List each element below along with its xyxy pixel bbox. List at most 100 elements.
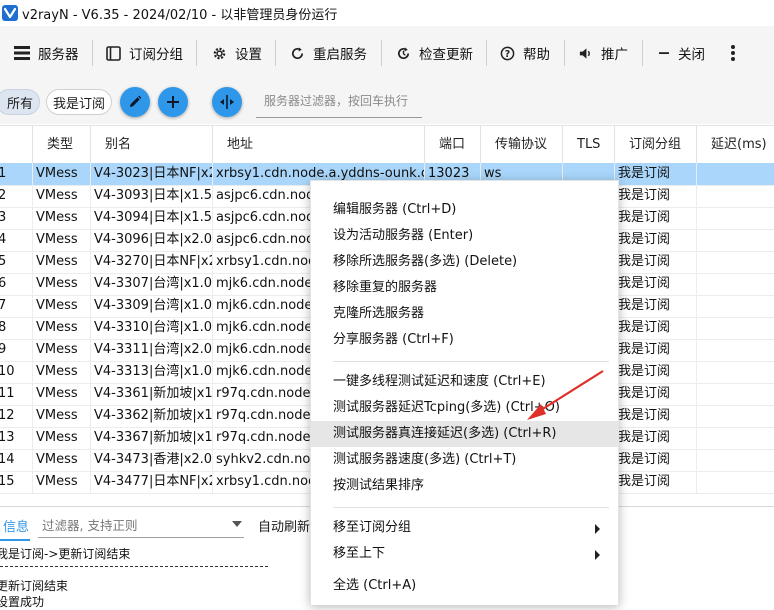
row-alias: V4-3313|台湾|x1.0 — [90, 361, 212, 383]
subscription-group-button[interactable]: 订阅分组 — [106, 40, 183, 66]
servers-button[interactable]: 服务器 — [14, 40, 79, 66]
row-subscription-group: 我是订阅 — [614, 273, 696, 295]
row-latency — [696, 295, 774, 317]
menu-item-edit-server[interactable]: 编辑服务器 (Ctrl+D) — [311, 197, 618, 223]
menu-item-label: 测试服务器真连接延迟(多选) (Ctrl+R) — [333, 426, 557, 441]
row-subscription-group: 我是订阅 — [614, 339, 696, 361]
menu-item-clone-servers[interactable]: 克隆所选服务器 — [311, 301, 618, 327]
row-index: 2 — [0, 188, 7, 203]
log-line: 设置成功 — [0, 595, 45, 609]
row-latency — [696, 405, 774, 427]
more-options-button[interactable] — [728, 40, 746, 66]
toolbar-divider — [196, 40, 197, 66]
menu-item-set-active-server[interactable]: 设为活动服务器 (Enter) — [311, 223, 618, 249]
info-tab-indicator — [0, 539, 30, 541]
menu-item-real-delay-test[interactable]: 测试服务器真连接延迟(多选) (Ctrl+R) — [311, 421, 618, 447]
pencil-icon — [130, 95, 142, 107]
row-subscription-group: 我是订阅 — [614, 251, 696, 273]
info-tab[interactable]: 信息 — [3, 516, 29, 535]
close-label: 关闭 — [678, 47, 705, 63]
row-type: VMess — [32, 471, 90, 493]
row-latency — [696, 361, 774, 383]
plus-icon — [167, 96, 179, 108]
menu-item-label: 移除所选服务器(多选) (Delete) — [333, 254, 518, 269]
row-latency — [696, 163, 774, 185]
row-type: VMess — [32, 295, 90, 317]
row-subscription-group: 我是订阅 — [614, 361, 696, 383]
row-latency — [696, 427, 774, 449]
menu-item-share-server[interactable]: 分享服务器 (Ctrl+F) — [311, 327, 618, 353]
menu-separator — [333, 507, 609, 508]
row-latency — [696, 471, 774, 493]
auto-refresh-toggle[interactable]: 自动刷新 — [258, 516, 310, 535]
column-address[interactable]: 地址 — [212, 126, 424, 163]
row-subscription-group: 我是订阅 — [614, 449, 696, 471]
row-type: VMess — [32, 207, 90, 229]
move-group-button[interactable] — [212, 87, 242, 117]
menu-item-label: 移至上下 — [333, 546, 386, 561]
restart-service-button[interactable]: 重启服务 — [290, 40, 367, 66]
check-update-button[interactable]: 检查更新 — [396, 40, 473, 66]
row-alias: V4-3023|日本NF|x2.0 — [90, 163, 212, 185]
row-index: 7 — [0, 298, 7, 313]
menu-item-label: 按测试结果排序 — [333, 478, 425, 493]
menu-item-select-all[interactable]: 全选 (Ctrl+A) — [311, 573, 618, 599]
column-type[interactable]: 类型 — [32, 126, 90, 163]
restart-icon — [291, 46, 304, 59]
row-alias: V4-3096|日本|x2.0 — [90, 229, 212, 251]
menu-item-remove-duplicates[interactable]: 移除重复的服务器 — [311, 275, 618, 301]
row-latency — [696, 273, 774, 295]
column-tls[interactable]: TLS — [562, 126, 614, 163]
toolbar-divider — [92, 40, 93, 66]
group-tab-all[interactable]: 所有 — [0, 89, 40, 115]
submenu-arrow-icon — [595, 524, 600, 534]
row-subscription-group: 我是订阅 — [614, 163, 696, 185]
log-filter-input[interactable] — [38, 515, 222, 535]
menu-item-move-to-group[interactable]: 移至订阅分组 — [311, 515, 618, 541]
menu-item-move-up-down[interactable]: 移至上下 — [311, 541, 618, 567]
promotion-label: 推广 — [601, 47, 628, 63]
menu-item-label: 移除重复的服务器 — [333, 280, 438, 295]
servers-button-label: 服务器 — [38, 47, 79, 63]
log-filter — [38, 515, 244, 538]
menu-separator — [333, 361, 609, 362]
row-alias: V4-3309|台湾|x1.0 — [90, 295, 212, 317]
menu-item-speed-test[interactable]: 测试服务器速度(多选) (Ctrl+T) — [311, 447, 618, 473]
chevron-down-icon[interactable] — [232, 521, 242, 527]
add-group-button[interactable] — [158, 87, 188, 117]
menu-item-label: 编辑服务器 (Ctrl+D) — [333, 202, 457, 217]
v2rayn-logo-icon — [2, 5, 18, 21]
update-icon — [397, 46, 410, 59]
menu-item-tcping-test[interactable]: 测试服务器延迟Tcping(多选) (Ctrl+O) — [311, 395, 618, 421]
servers-icon — [14, 46, 30, 60]
column-alias[interactable]: 别名 — [90, 126, 212, 163]
menu-item-sort-by-result[interactable]: 按测试结果排序 — [311, 473, 618, 499]
close-button[interactable]: 关闭 — [658, 40, 705, 66]
server-filter-input[interactable] — [256, 89, 424, 113]
subscription-icon — [106, 45, 121, 61]
settings-label: 设置 — [235, 47, 262, 63]
group-tab-my-subscription[interactable]: 我是订阅 — [46, 89, 112, 115]
settings-button[interactable]: 设置 — [212, 40, 262, 66]
menu-item-remove-servers[interactable]: 移除所选服务器(多选) (Delete) — [311, 249, 618, 275]
column-transport[interactable]: 传输协议 — [480, 126, 562, 163]
row-type: VMess — [32, 449, 90, 471]
column-latency[interactable]: 延迟(ms) — [696, 126, 774, 163]
window-title: v2rayN - V6.35 - 2024/02/10 - 以非管理员身份运行 — [22, 8, 338, 23]
row-type: VMess — [32, 339, 90, 361]
server-filter — [256, 89, 424, 118]
row-latency — [696, 251, 774, 273]
svg-text:?: ? — [505, 48, 510, 59]
row-index: 13 — [0, 430, 15, 445]
promotion-button[interactable]: 推广 — [578, 40, 628, 66]
row-subscription-group: 我是订阅 — [614, 471, 696, 493]
row-latency — [696, 449, 774, 471]
menu-item-multi-thread-test[interactable]: 一键多线程测试延迟和速度 (Ctrl+E) — [311, 369, 618, 395]
row-subscription-group: 我是订阅 — [614, 317, 696, 339]
help-button[interactable]: ? 帮助 — [500, 40, 550, 66]
column-subscription-group[interactable]: 订阅分组 — [614, 126, 696, 163]
row-index: 3 — [0, 210, 7, 225]
column-port[interactable]: 端口 — [424, 126, 480, 163]
edit-group-button[interactable] — [120, 87, 150, 117]
row-alias: V4-3270|日本NF|x2.0 — [90, 251, 212, 273]
